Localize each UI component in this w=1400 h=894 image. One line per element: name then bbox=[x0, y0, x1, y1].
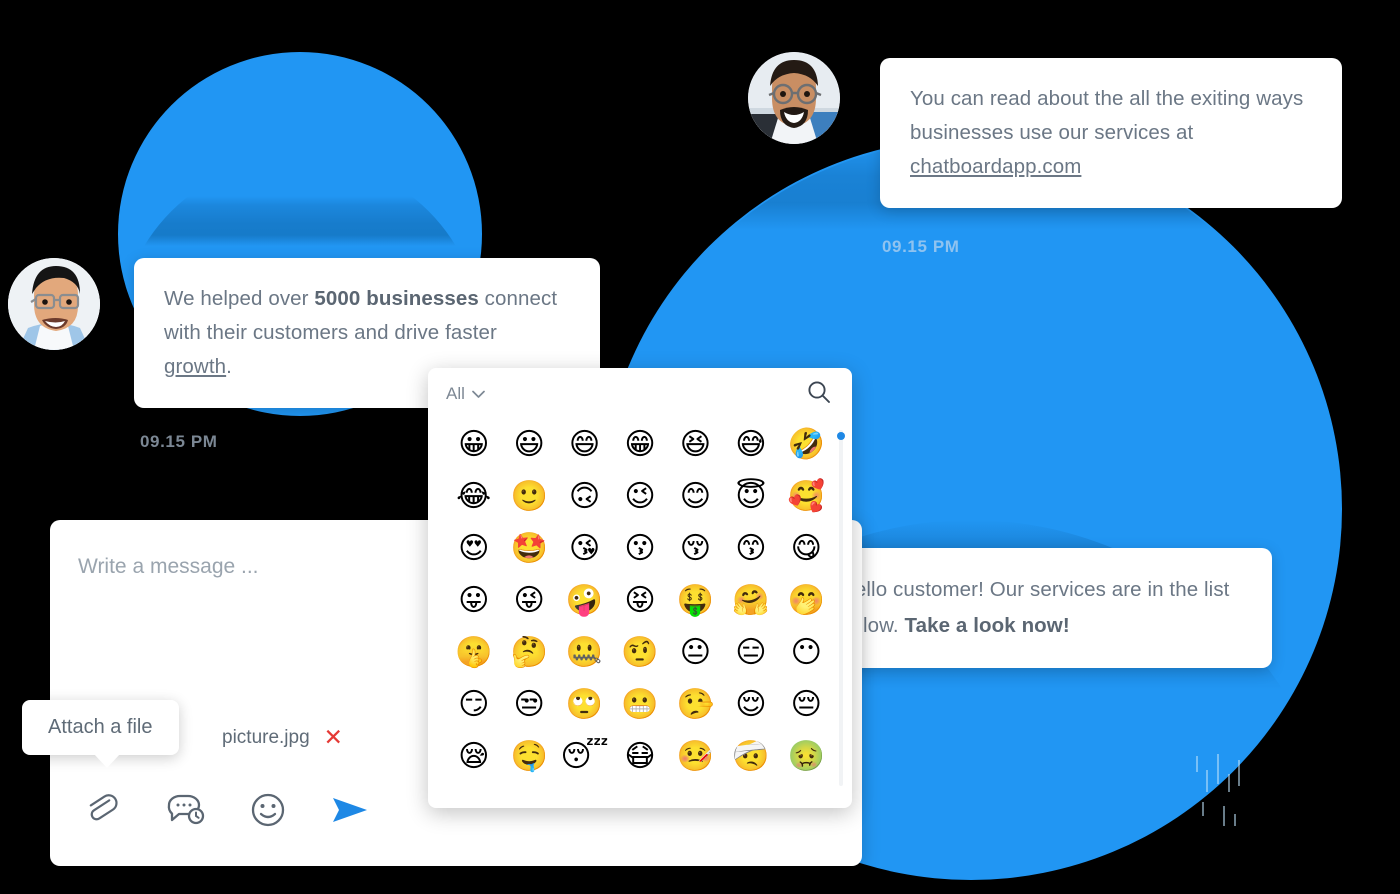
message-bubble-agent-bottom: Hello customer! Our services are in the … bbox=[810, 548, 1272, 668]
chat-clock-icon bbox=[167, 794, 205, 825]
emoji-cell[interactable]: 🤢 bbox=[779, 736, 834, 777]
emoji-cell[interactable]: 😍 bbox=[446, 528, 501, 569]
attachment-file-name: picture.jpg bbox=[222, 726, 310, 748]
emoji-cell[interactable]: 🤪 bbox=[557, 580, 612, 621]
message-text-bold: 5000 businesses bbox=[314, 287, 479, 310]
timestamp-agent: 09.15 PM bbox=[882, 237, 960, 256]
send-message-button[interactable] bbox=[328, 788, 372, 832]
avatar-agent bbox=[748, 52, 840, 144]
emoji-cell[interactable]: 😊 bbox=[668, 476, 723, 517]
attachment-remove-icon[interactable]: ✕ bbox=[324, 726, 343, 749]
emoji-cell[interactable]: 😝 bbox=[612, 580, 667, 621]
emoji-cell[interactable]: 😬 bbox=[612, 684, 667, 725]
composer-toolbar bbox=[82, 788, 372, 832]
emoji-cell[interactable]: 🤫 bbox=[446, 632, 501, 673]
chat-widget-illustration: You can read about the all the exiting w… bbox=[0, 0, 1400, 894]
emoji-cell[interactable]: 🥰 bbox=[779, 476, 834, 517]
message-link-growth[interactable]: growth bbox=[164, 355, 226, 378]
emoji-cell[interactable]: 🤑 bbox=[668, 580, 723, 621]
emoji-cell[interactable]: 🤔 bbox=[501, 632, 556, 673]
send-icon bbox=[333, 798, 367, 822]
emoji-cell[interactable]: 🙃 bbox=[557, 476, 612, 517]
emoji-cell[interactable]: 🙄 bbox=[557, 684, 612, 725]
message-bubble-agent-top: You can read about the all the exiting w… bbox=[880, 58, 1342, 208]
emoji-cell[interactable]: 😀 bbox=[446, 424, 501, 465]
emoji-cell[interactable]: 😘 bbox=[557, 528, 612, 569]
emoji-picker-button[interactable] bbox=[246, 788, 290, 832]
timestamp-customer: 09.15 PM bbox=[140, 432, 218, 451]
emoji-category-label: All bbox=[446, 384, 465, 403]
emoji-cell[interactable]: 🤩 bbox=[501, 528, 556, 569]
smiley-icon bbox=[251, 793, 285, 827]
emoji-picker-panel: All 😀 😃 😄 😁 😆 😅 🤣 😂 🙂 🙃 😉 😊 😇 🥰 😍 🤩 😘 😗 😚 😙 😋 😛 😜 🤪 😝 🤑 🤗 🤭 🤫 🤔 🤐 🤨 😐 😑 😶 😏… bbox=[428, 368, 852, 808]
message-text-part1: We helped over bbox=[164, 287, 315, 310]
emoji-cell[interactable]: 🤤 bbox=[501, 736, 556, 777]
emoji-cell[interactable]: 😌 bbox=[723, 684, 778, 725]
emoji-category-dropdown[interactable]: All bbox=[446, 384, 485, 404]
emoji-cell[interactable]: 😒 bbox=[501, 684, 556, 725]
attach-file-tooltip: Attach a file bbox=[22, 700, 179, 768]
emoji-cell[interactable]: 🤥 bbox=[668, 684, 723, 725]
emoji-cell[interactable]: 🤨 bbox=[612, 632, 667, 673]
emoji-cell[interactable]: 😉 bbox=[612, 476, 667, 517]
emoji-cell[interactable]: 😜 bbox=[501, 580, 556, 621]
emoji-cell[interactable]: 😃 bbox=[501, 424, 556, 465]
emoji-cell[interactable]: 😆 bbox=[668, 424, 723, 465]
message-text-part3: . bbox=[226, 355, 232, 378]
avatar-customer bbox=[8, 258, 100, 350]
emoji-cell[interactable]: 😙 bbox=[723, 528, 778, 569]
emoji-cell[interactable]: 😄 bbox=[557, 424, 612, 465]
emoji-cell[interactable]: 😑 bbox=[723, 632, 778, 673]
emoji-cell[interactable]: 😗 bbox=[612, 528, 667, 569]
emoji-cell[interactable]: 🤐 bbox=[557, 632, 612, 673]
message-text-bold: Take a look now! bbox=[904, 614, 1070, 637]
message-link[interactable]: chatboardapp.com bbox=[910, 155, 1081, 178]
emoji-search-button[interactable] bbox=[806, 379, 832, 410]
emoji-cell[interactable]: 🤗 bbox=[723, 580, 778, 621]
emoji-cell[interactable]: 😛 bbox=[446, 580, 501, 621]
emoji-cell[interactable]: 🙂 bbox=[501, 476, 556, 517]
emoji-cell[interactable]: 🤒 bbox=[668, 736, 723, 777]
emoji-cell[interactable]: 😅 bbox=[723, 424, 778, 465]
emoji-scrollbar-track[interactable] bbox=[839, 430, 843, 786]
emoji-cell[interactable]: 😶 bbox=[779, 632, 834, 673]
emoji-cell[interactable]: 😷 bbox=[612, 736, 667, 777]
emoji-cell[interactable]: 😁 bbox=[612, 424, 667, 465]
emoji-picker-header: All bbox=[428, 368, 852, 420]
search-icon bbox=[808, 380, 830, 403]
emoji-cell[interactable]: 🤕 bbox=[723, 736, 778, 777]
emoji-cell[interactable]: 😴 bbox=[557, 736, 612, 777]
paperclip-icon bbox=[89, 794, 118, 821]
sparkle-artifacts bbox=[1196, 754, 1240, 826]
emoji-cell[interactable]: 😋 bbox=[779, 528, 834, 569]
quick-reply-button[interactable] bbox=[164, 788, 208, 832]
emoji-grid: 😀 😃 😄 😁 😆 😅 🤣 😂 🙂 🙃 😉 😊 😇 🥰 😍 🤩 😘 😗 😚 😙 😋 😛 😜 🤪 😝 🤑 🤗 🤭 🤫 🤔 🤐 🤨 😐 😑 😶 😏 😒 🙄 😬 🤥… bbox=[428, 420, 852, 791]
emoji-cell[interactable]: 🤭 bbox=[779, 580, 834, 621]
emoji-cell[interactable]: 😔 bbox=[779, 684, 834, 725]
emoji-scrollbar-thumb[interactable] bbox=[837, 432, 845, 440]
emoji-cell[interactable]: 😇 bbox=[723, 476, 778, 517]
emoji-cell[interactable]: 😏 bbox=[446, 684, 501, 725]
attach-file-button[interactable] bbox=[82, 788, 126, 832]
message-text: You can read about the all the exiting w… bbox=[910, 87, 1304, 144]
emoji-cell[interactable]: 😪 bbox=[446, 736, 501, 777]
emoji-cell[interactable]: 🤣 bbox=[779, 424, 834, 465]
emoji-cell[interactable]: 😚 bbox=[668, 528, 723, 569]
emoji-cell[interactable]: 😐 bbox=[668, 632, 723, 673]
emoji-cell[interactable]: 😂 bbox=[446, 476, 501, 517]
chevron-down-icon bbox=[472, 390, 485, 398]
attachment-row: picture.jpg ✕ bbox=[222, 726, 343, 749]
